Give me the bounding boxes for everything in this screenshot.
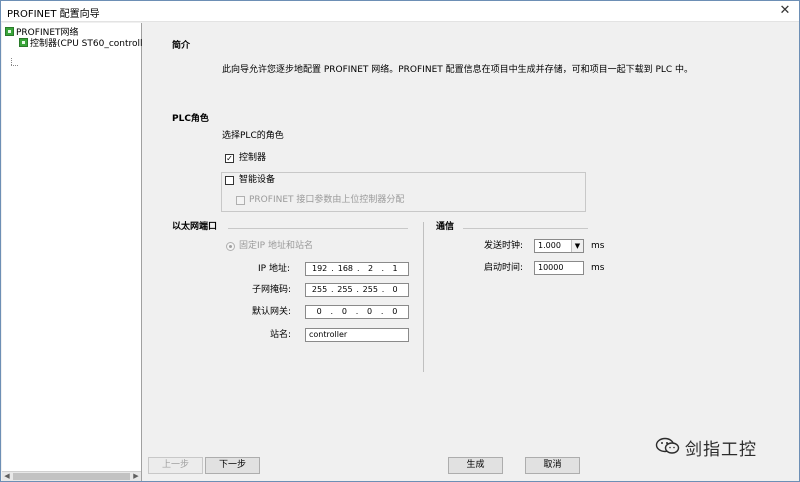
section-divider [423,222,424,372]
subnet-mask-field[interactable]: 255. 255. 255. 0 [305,283,409,297]
comm-divider [463,228,588,229]
startup-time-label: 启动时间: [484,263,524,273]
wizard-content: 简介 此向导允许您逐步地配置 PROFINET 网络。PROFINET 配置信息… [143,23,799,481]
plc-role-select-label: 选择PLC的角色 [222,131,284,141]
window-title: PROFINET 配置向导 [7,9,100,20]
startup-time-unit: ms [591,263,605,273]
ip-octet: 1 [392,264,398,273]
controller-checkbox[interactable]: ✓ [225,154,234,163]
upper-controller-assign-label: PROFINET 接口参数由上位控制器分配 [249,195,405,205]
smart-device-checkbox[interactable] [225,176,234,185]
ip-octet: 168 [337,264,354,273]
network-node-icon [5,27,14,36]
tree-connector [11,58,12,65]
comm-heading: 通信 [436,222,455,232]
tree-item-controller[interactable]: 控制器(CPU ST60_controller) [19,38,155,50]
ethernet-heading: 以太网端口 [172,222,218,232]
plc-role-heading: PLC角色 [172,114,209,124]
cancel-button[interactable]: 取消 [525,457,580,474]
close-icon[interactable]: ✕ [777,3,793,19]
ip-octet: 0 [341,307,347,316]
tree-horizontal-scrollbar[interactable]: ◀ ▶ [2,471,141,481]
wizard-window: PROFINET 配置向导 ✕ PROFINET网络 控制器(CPU ST60_… [0,0,800,482]
ip-octet: 0 [316,307,322,316]
smart-device-group [221,172,586,212]
ip-address-field[interactable]: 192. 168. 2. 1 [305,262,409,276]
previous-button[interactable]: 上一步 [148,457,203,474]
station-name-field[interactable]: controller [305,328,409,342]
controller-label: 控制器 [239,153,267,163]
intro-heading: 简介 [172,41,191,51]
ip-octet: 2 [367,264,374,273]
upper-controller-assign-checkbox[interactable] [236,196,245,205]
fixed-ip-label: 固定IP 地址和站名 [239,241,313,251]
ip-octet: 192 [311,264,328,273]
plc-node-icon [19,38,28,47]
scroll-right-icon[interactable]: ▶ [131,472,141,481]
ip-octet: 0 [367,307,373,316]
scrollbar-thumb[interactable] [13,473,130,480]
startup-time-field[interactable]: 10000 [534,261,584,275]
tree-connector [11,65,18,66]
default-gateway-label: 默认网关: [252,307,292,317]
watermark-text: 剑指工控 [685,440,757,460]
ip-octet: 0 [392,307,398,316]
next-button[interactable]: 下一步 [205,457,260,474]
smart-device-label: 智能设备 [239,175,276,185]
chevron-down-icon[interactable]: ▼ [571,240,583,252]
send-clock-select[interactable]: 1.000 ▼ [534,239,584,253]
tree-item-label: PROFINET网络 [16,28,79,38]
ip-octet: 255 [311,285,328,294]
station-name-label: 站名: [270,330,292,340]
navigation-tree: PROFINET网络 控制器(CPU ST60_controller) ◀ ▶ [2,23,155,481]
title-bar: PROFINET 配置向导 ✕ [1,1,799,22]
ethernet-divider [228,228,408,229]
fixed-ip-radio[interactable] [226,242,235,251]
generate-button[interactable]: 生成 [448,457,503,474]
intro-text: 此向导允许您逐步地配置 PROFINET 网络。PROFINET 配置信息在项目… [222,65,694,75]
ip-octet: 255 [337,285,353,294]
send-clock-unit: ms [591,241,605,251]
ip-address-label: IP 地址: [258,264,290,274]
wechat-icon [655,437,680,454]
send-clock-label: 发送时钟: [484,241,524,251]
ip-octet: 255 [362,285,378,294]
subnet-mask-label: 子网掩码: [252,285,292,295]
ip-octet: 0 [392,285,398,294]
scroll-left-icon[interactable]: ◀ [2,472,12,481]
default-gateway-field[interactable]: 0.0.0.0 [305,305,409,319]
send-clock-value: 1.000 [538,241,561,250]
tree-item-label: 控制器(CPU ST60_controller) [30,39,156,49]
